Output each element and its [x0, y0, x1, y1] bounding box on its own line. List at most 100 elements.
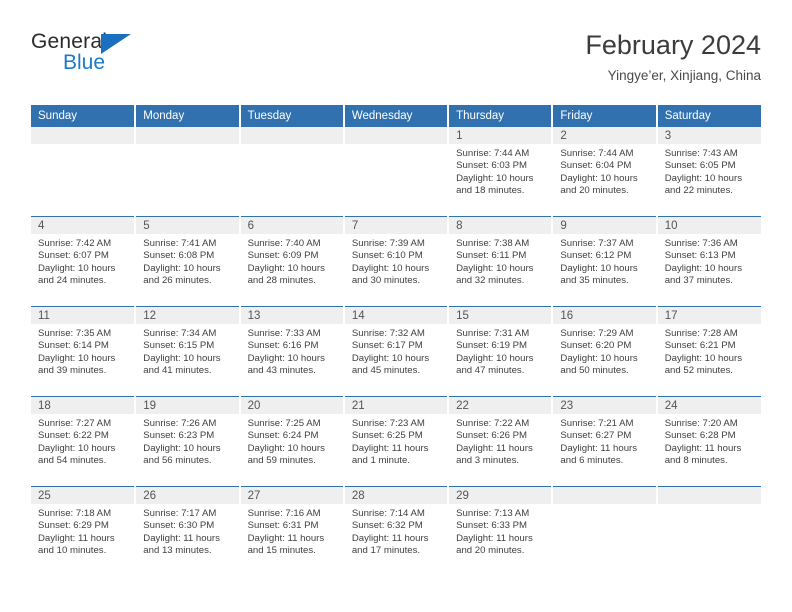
day-details: Sunrise: 7:28 AM Sunset: 6:21 PM Dayligh… — [658, 324, 761, 377]
daylight-text-line2: and 52 minutes. — [664, 364, 733, 376]
day-number: 23 — [553, 397, 656, 414]
day-cell[interactable]: 22 Sunrise: 7:22 AM Sunset: 6:26 PM Dayl… — [448, 396, 554, 487]
day-cell[interactable]: 1 Sunrise: 7:44 AM Sunset: 6:03 PM Dayli… — [448, 127, 554, 217]
day-number: 17 — [657, 307, 761, 324]
day-cell[interactable]: 8 Sunrise: 7:38 AM Sunset: 6:11 PM Dayli… — [448, 216, 554, 307]
sunset-text: Sunset: 6:10 PM — [351, 250, 423, 262]
sunset-text: Sunset: 6:16 PM — [247, 340, 319, 352]
day-details: Sunrise: 7:42 AM Sunset: 6:07 PM Dayligh… — [31, 234, 134, 287]
day-number — [240, 127, 343, 144]
day-number — [344, 127, 448, 144]
day-cell[interactable]: 9 Sunrise: 7:37 AM Sunset: 6:12 PM Dayli… — [552, 216, 658, 307]
page-title: February 2024 — [585, 30, 761, 60]
day-number — [136, 127, 239, 144]
day-number: 10 — [657, 217, 761, 234]
day-details: Sunrise: 7:22 AM Sunset: 6:26 PM Dayligh… — [449, 414, 551, 467]
daylight-text-line1: Daylight: 10 hours — [664, 352, 743, 364]
sunset-text: Sunset: 6:15 PM — [143, 340, 215, 352]
day-number: 19 — [136, 397, 239, 414]
day-details: Sunrise: 7:29 AM Sunset: 6:20 PM Dayligh… — [553, 324, 655, 377]
day-cell[interactable]: 13 Sunrise: 7:33 AM Sunset: 6:16 PM Dayl… — [239, 306, 345, 397]
daylight-text-line1: Daylight: 11 hours — [560, 442, 638, 454]
day-number: 12 — [136, 307, 239, 324]
daylight-text-line2: and 13 minutes. — [143, 544, 212, 556]
weekday-header-wednesday: Wednesday — [343, 105, 450, 127]
day-cell[interactable]: 3 Sunrise: 7:43 AM Sunset: 6:05 PM Dayli… — [656, 127, 761, 217]
day-cell[interactable]: 27 Sunrise: 7:16 AM Sunset: 6:31 PM Dayl… — [239, 486, 345, 576]
day-cell[interactable]: 6 Sunrise: 7:40 AM Sunset: 6:09 PM Dayli… — [239, 216, 345, 307]
day-cell[interactable]: 14 Sunrise: 7:32 AM Sunset: 6:17 PM Dayl… — [343, 306, 450, 397]
day-details: Sunrise: 7:34 AM Sunset: 6:15 PM Dayligh… — [136, 324, 238, 377]
day-details: Sunrise: 7:33 AM Sunset: 6:16 PM Dayligh… — [241, 324, 343, 377]
day-number: 27 — [240, 487, 343, 504]
day-cell[interactable]: 20 Sunrise: 7:25 AM Sunset: 6:24 PM Dayl… — [239, 396, 345, 487]
day-cell[interactable]: 28 Sunrise: 7:14 AM Sunset: 6:32 PM Dayl… — [343, 486, 450, 576]
sunrise-text: Sunrise: 7:14 AM — [351, 508, 425, 519]
day-details: Sunrise: 7:23 AM Sunset: 6:25 PM Dayligh… — [345, 414, 447, 467]
day-number: 24 — [657, 397, 761, 414]
daylight-text-line1: Daylight: 10 hours — [143, 442, 221, 454]
day-number: 15 — [449, 307, 552, 324]
sunset-text: Sunset: 6:03 PM — [456, 160, 528, 172]
daylight-text-line2: and 50 minutes. — [560, 364, 629, 376]
daylight-text-line1: Daylight: 10 hours — [143, 262, 221, 274]
day-cell[interactable]: 24 Sunrise: 7:20 AM Sunset: 6:28 PM Dayl… — [656, 396, 761, 487]
day-cell[interactable] — [552, 486, 658, 576]
daylight-text-line2: and 47 minutes. — [456, 364, 525, 376]
sunset-text: Sunset: 6:29 PM — [38, 520, 109, 532]
daylight-text-line1: Daylight: 11 hours — [143, 532, 220, 544]
day-cell[interactable]: 10 Sunrise: 7:36 AM Sunset: 6:13 PM Dayl… — [656, 216, 761, 307]
day-cell[interactable]: 19 Sunrise: 7:26 AM Sunset: 6:23 PM Dayl… — [135, 396, 241, 487]
triangle-icon — [101, 34, 131, 54]
day-number: 28 — [344, 487, 448, 504]
day-cell[interactable] — [343, 127, 450, 217]
day-details: Sunrise: 7:40 AM Sunset: 6:09 PM Dayligh… — [241, 234, 343, 287]
day-cell[interactable] — [239, 127, 345, 217]
sunset-text: Sunset: 6:14 PM — [38, 340, 109, 352]
day-cell[interactable] — [135, 127, 241, 217]
day-cell[interactable] — [656, 486, 761, 576]
daylight-text-line1: Daylight: 10 hours — [38, 352, 116, 364]
calendar-week-row: 25 Sunrise: 7:18 AM Sunset: 6:29 PM Dayl… — [31, 486, 761, 576]
day-cell[interactable]: 12 Sunrise: 7:34 AM Sunset: 6:15 PM Dayl… — [135, 306, 241, 397]
day-cell[interactable]: 29 Sunrise: 7:13 AM Sunset: 6:33 PM Dayl… — [448, 486, 554, 576]
day-cell[interactable]: 26 Sunrise: 7:17 AM Sunset: 6:30 PM Dayl… — [135, 486, 241, 576]
day-number: 20 — [240, 397, 343, 414]
day-number — [553, 487, 656, 504]
daylight-text-line1: Daylight: 11 hours — [664, 442, 742, 454]
day-details: Sunrise: 7:13 AM Sunset: 6:33 PM Dayligh… — [449, 504, 551, 557]
day-details: Sunrise: 7:18 AM Sunset: 6:29 PM Dayligh… — [31, 504, 134, 557]
day-cell[interactable]: 7 Sunrise: 7:39 AM Sunset: 6:10 PM Dayli… — [343, 216, 450, 307]
day-number: 2 — [553, 127, 656, 144]
sunrise-text: Sunrise: 7:34 AM — [143, 328, 217, 339]
daylight-text-line2: and 32 minutes. — [456, 274, 525, 286]
daylight-text-line2: and 43 minutes. — [247, 364, 316, 376]
day-cell[interactable]: 5 Sunrise: 7:41 AM Sunset: 6:08 PM Dayli… — [135, 216, 241, 307]
day-cell[interactable]: 25 Sunrise: 7:18 AM Sunset: 6:29 PM Dayl… — [31, 486, 137, 576]
day-cell[interactable]: 15 Sunrise: 7:31 AM Sunset: 6:19 PM Dayl… — [448, 306, 554, 397]
sunrise-text: Sunrise: 7:23 AM — [351, 418, 425, 429]
sunrise-text: Sunrise: 7:16 AM — [247, 508, 321, 519]
daylight-text-line1: Daylight: 10 hours — [351, 262, 430, 274]
sunset-text: Sunset: 6:32 PM — [351, 520, 423, 532]
daylight-text-line1: Daylight: 10 hours — [247, 442, 325, 454]
sunrise-text: Sunrise: 7:38 AM — [456, 238, 530, 249]
daylight-text-line1: Daylight: 10 hours — [456, 172, 534, 184]
day-cell[interactable]: 16 Sunrise: 7:29 AM Sunset: 6:20 PM Dayl… — [552, 306, 658, 397]
day-cell[interactable]: 21 Sunrise: 7:23 AM Sunset: 6:25 PM Dayl… — [343, 396, 450, 487]
daylight-text-line1: Daylight: 11 hours — [351, 442, 429, 454]
daylight-text-line2: and 3 minutes. — [456, 454, 520, 466]
day-cell[interactable]: 23 Sunrise: 7:21 AM Sunset: 6:27 PM Dayl… — [552, 396, 658, 487]
day-cell[interactable]: 18 Sunrise: 7:27 AM Sunset: 6:22 PM Dayl… — [31, 396, 137, 487]
sunset-text: Sunset: 6:12 PM — [560, 250, 632, 262]
calendar-body: 1 Sunrise: 7:44 AM Sunset: 6:03 PM Dayli… — [31, 127, 761, 576]
day-cell[interactable]: 4 Sunrise: 7:42 AM Sunset: 6:07 PM Dayli… — [31, 216, 137, 307]
day-cell[interactable]: 17 Sunrise: 7:28 AM Sunset: 6:21 PM Dayl… — [656, 306, 761, 397]
day-cell[interactable]: 11 Sunrise: 7:35 AM Sunset: 6:14 PM Dayl… — [31, 306, 137, 397]
general-blue-logo[interactable]: General Blue — [31, 30, 251, 86]
sunset-text: Sunset: 6:21 PM — [664, 340, 736, 352]
day-cell[interactable]: 2 Sunrise: 7:44 AM Sunset: 6:04 PM Dayli… — [552, 127, 658, 217]
sunset-text: Sunset: 6:05 PM — [664, 160, 736, 172]
day-cell[interactable] — [31, 127, 137, 217]
sunrise-text: Sunrise: 7:26 AM — [143, 418, 217, 429]
